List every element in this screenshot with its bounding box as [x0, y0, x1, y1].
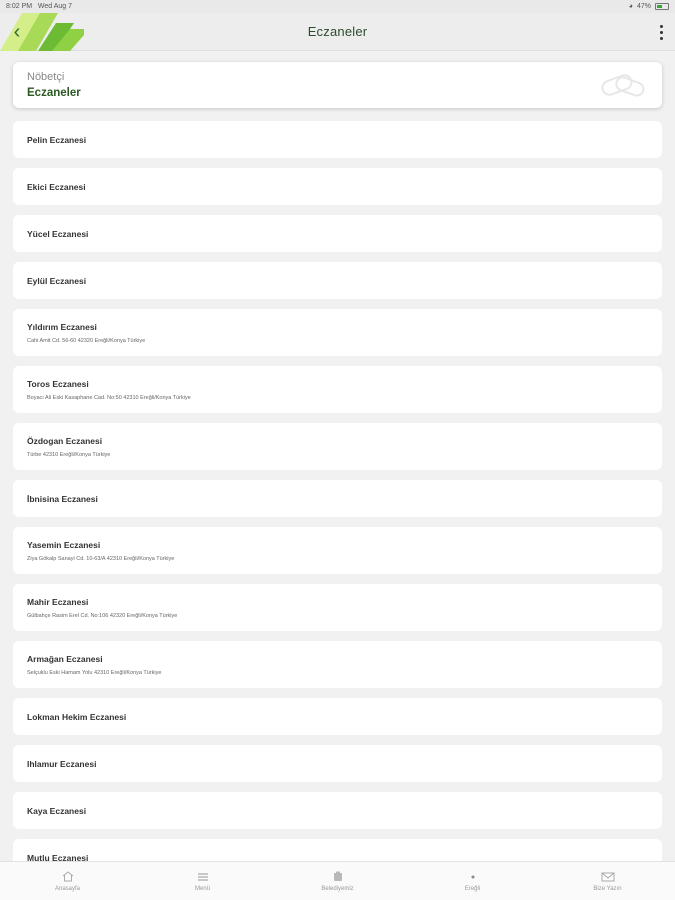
status-time: 8:02 PM: [6, 3, 33, 10]
pharmacy-address: Cahi Amit Cd. 56-60 42320 Ereğli/Konya T…: [27, 337, 146, 344]
status-left: 8:02 PM Wed Aug 7: [6, 3, 72, 10]
pharmacy-name: Lokman Hekim Eczanesi: [27, 711, 127, 722]
more-vertical-icon: [659, 24, 663, 28]
main-content: Nöbetçi Eczaneler Pelin Eczanesi Ekici Ec…: [0, 51, 675, 861]
pharmacy-name: İbnisina Eczanesi: [27, 493, 98, 504]
pharmacy-list-item[interactable]: Kaya Eczanesi: [13, 792, 662, 829]
pharmacy-list-item[interactable]: Pelin Eczanesi: [13, 121, 662, 158]
status-bar: 8:02 PM Wed Aug 7 ◕ 47%: [0, 0, 675, 13]
page-title: Eczaneler: [307, 24, 368, 39]
hero-title: Eczaneler: [27, 87, 81, 99]
pharmacy-name: Yasemin Eczanesi: [27, 539, 101, 550]
tab-mail[interactable]: Bize Yazın: [540, 862, 675, 900]
pharmacy-address: Selçuklu Eski Hamam Yolu 42310 Ereğli/Ko…: [27, 669, 162, 676]
pharmacy-name: Kaya Eczanesi: [27, 805, 87, 816]
tab-label: Ereğli: [464, 885, 481, 892]
pharmacy-list-item[interactable]: Mutlu Eczanesi: [13, 839, 662, 861]
pharmacy-list-item[interactable]: Mahir Eczanesi Gülbahçe Rasim Erel Cd. No…: [13, 584, 662, 631]
pharmacy-list-item[interactable]: Yasemin Eczanesi Ziya Gökalp Sanayi Cd. 1…: [13, 527, 662, 574]
location-icon: [466, 871, 480, 883]
pharmacy-name: Yıldırım Eczanesi: [27, 321, 97, 332]
tab-label: Anasayfa: [54, 885, 81, 892]
tab-location[interactable]: Ereğli: [405, 862, 540, 900]
pharmacy-name: Mutlu Eczanesi: [27, 852, 89, 862]
pills-icon: [601, 74, 645, 97]
duty-pharmacies-card[interactable]: Nöbetçi Eczaneler: [13, 62, 662, 108]
tab-menu[interactable]: Menü: [135, 862, 270, 900]
pharmacy-name: Ihlamur Eczanesi: [27, 758, 97, 769]
pharmacy-list-item[interactable]: Armağan Eczanesi Selçuklu Eski Hamam Yolu…: [13, 641, 662, 688]
pharmacy-name: Pelin Eczanesi: [27, 134, 87, 145]
home-icon: [61, 871, 75, 883]
pharmacy-address: Türbe 42310 Ereğli/Konya Türkiye: [27, 451, 111, 458]
status-right: ◕ 47%: [629, 3, 669, 10]
pharmacy-address: Ziya Gökalp Sanayi Cd. 10-63/A 42310 Ere…: [27, 555, 175, 562]
pharmacy-list-item[interactable]: Yıldırım Eczanesi Cahi Amit Cd. 56-60 423…: [13, 309, 662, 356]
pharmacy-list: Pelin Eczanesi Ekici Eczanesi Yücel Eczane…: [13, 121, 662, 861]
back-button[interactable]: ‹: [6, 20, 28, 44]
tab-home[interactable]: Anasayfa: [0, 862, 135, 900]
pharmacy-name: Özdogan Eczanesi: [27, 435, 103, 446]
pharmacy-list-item[interactable]: Yücel Eczanesi: [13, 215, 662, 252]
hero-subtitle: Nöbetçi: [27, 71, 65, 83]
pharmacy-name: Toros Eczanesi: [27, 378, 89, 389]
pharmacy-address: Gülbahçe Rasim Erel Cd. No:106 42320 Ere…: [27, 612, 178, 619]
app-header: ‹ Eczaneler: [0, 13, 675, 51]
pharmacy-name: Armağan Eczanesi: [27, 653, 103, 664]
tab-label: Bize Yazın: [593, 885, 622, 892]
pharmacy-list-item[interactable]: Ekici Eczanesi: [13, 168, 662, 205]
bottom-tab-bar: Anasayfa Menü Belediyemiz Ereğli Bize Yazın: [0, 861, 675, 900]
mail-icon: [601, 871, 615, 883]
menu-icon: [196, 871, 210, 883]
tab-building[interactable]: Belediyemiz: [270, 862, 405, 900]
pharmacy-address: Boyacı Ali Eski Kasaphane Cad. No:50 423…: [27, 394, 191, 401]
pharmacy-name: Eylül Eczanesi: [27, 275, 87, 286]
tab-label: Menü: [194, 885, 210, 892]
wifi-icon: ◕: [628, 3, 633, 10]
pharmacy-list-item[interactable]: Ihlamur Eczanesi: [13, 745, 662, 782]
pharmacy-list-item[interactable]: Toros Eczanesi Boyacı Ali Eski Kasaphane …: [13, 366, 662, 413]
pharmacy-name: Mahir Eczanesi: [27, 596, 89, 607]
tab-label: Belediyemiz: [321, 885, 354, 892]
pharmacy-list-item[interactable]: Lokman Hekim Eczanesi: [13, 698, 662, 735]
battery-icon: [655, 3, 669, 10]
pharmacy-name: Yücel Eczanesi: [27, 228, 89, 239]
status-date: Wed Aug 7: [37, 3, 73, 10]
battery-level: 47%: [636, 3, 651, 10]
pharmacy-list-item[interactable]: Özdogan Eczanesi Türbe 42310 Ereğli/Konya…: [13, 423, 662, 470]
pharmacy-list-item[interactable]: Eylül Eczanesi: [13, 262, 662, 299]
pharmacy-name: Ekici Eczanesi: [27, 181, 86, 192]
more-menu-button[interactable]: [655, 21, 667, 43]
building-icon: [331, 871, 345, 883]
pharmacy-list-item[interactable]: İbnisina Eczanesi: [13, 480, 662, 517]
chevron-left-icon: ‹: [13, 20, 21, 43]
